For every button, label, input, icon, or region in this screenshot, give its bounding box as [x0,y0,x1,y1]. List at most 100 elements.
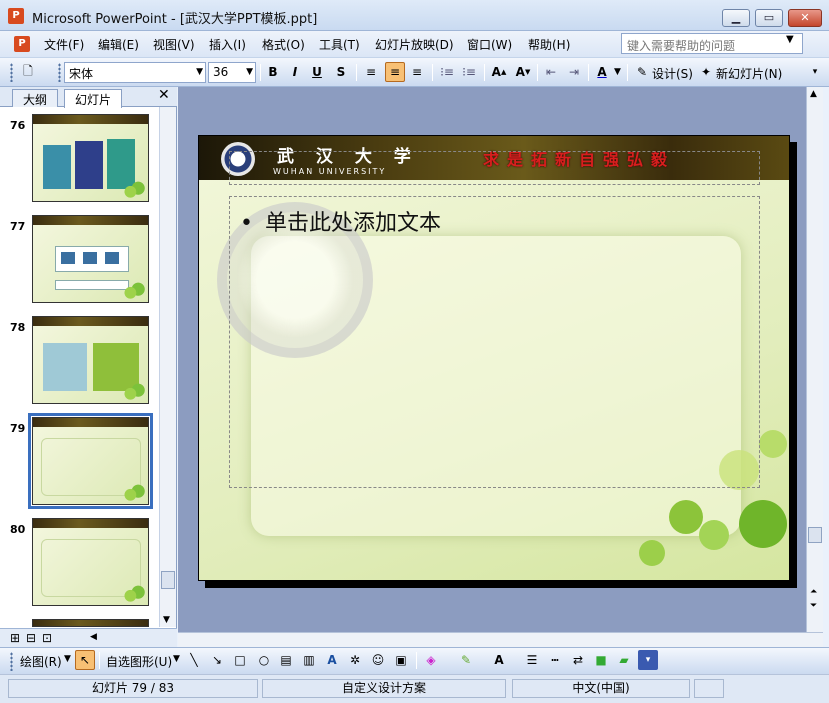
chevron-down-icon[interactable]: ▼ [614,67,621,77]
menu-help[interactable]: 帮助(H) [528,36,570,53]
toolbar-grip[interactable] [10,63,13,82]
numbering-icon[interactable]: ⁝≡ [437,62,457,82]
scroll-left-icon[interactable]: ◀ [90,632,97,642]
line-icon[interactable]: ╲ [184,650,204,670]
menu-view[interactable]: 视图(V) [153,36,195,53]
status-bar: 幻灯片 79 / 83 自定义设计方案 中文(中国) [0,674,829,703]
toolbar-grip[interactable] [10,652,13,671]
menu-edit[interactable]: 编辑(E) [98,36,139,53]
align-right-icon[interactable]: ≡ [407,62,427,82]
minimize-button[interactable]: ▁ [722,9,750,27]
design-button[interactable]: 设计(S) [652,65,693,82]
bullets-icon[interactable]: ⁝≡ [459,62,479,82]
tab-outline[interactable]: 大纲 [12,89,59,107]
help-dropdown-icon[interactable]: ▼ [786,34,794,45]
increase-font-icon[interactable]: A ▲ [489,62,509,82]
maximize-button[interactable]: ▭ [755,9,783,27]
body-placeholder[interactable]: • 单击此处添加文本 [229,196,760,488]
menu-window[interactable]: 窗口(W) [467,36,512,53]
document-icon[interactable]: P [14,36,30,52]
decrease-indent-icon[interactable]: ⇤ [541,62,561,82]
font-color-icon[interactable]: A [592,62,612,82]
menu-tools[interactable]: 工具(T) [319,36,360,53]
new-document-icon[interactable]: 🗋 [18,62,38,82]
close-button[interactable]: ✕ [788,9,822,27]
rectangle-icon[interactable]: □ [230,650,250,670]
menu-slideshow[interactable]: 幻灯片放映(D) [375,36,454,53]
line-color-icon[interactable]: ✎ [456,650,476,670]
close-icon[interactable]: ✕ [158,87,170,103]
separator [356,64,357,81]
diagram-icon[interactable]: ✲ [345,650,365,670]
3d-style-icon[interactable]: ▰ [614,650,634,670]
shadow-icon[interactable]: S [331,62,351,82]
arrow-style-icon[interactable]: ⇄ [568,650,588,670]
slide-number: 76 [10,119,26,132]
font-select[interactable]: 宋体 ▼ [64,62,206,83]
line-style-icon[interactable]: ☰ [522,650,542,670]
draw-menu-button[interactable]: 绘图(R) [20,653,62,670]
slideshow-icon[interactable]: ⊡ [42,631,52,645]
panel-scrollbar[interactable]: ▼ [159,107,176,627]
new-slide-icon[interactable]: ✦ [696,62,716,82]
align-center-icon[interactable]: ≡ [385,62,405,82]
scroll-down-icon[interactable]: ▼ [163,615,170,625]
thumb-shape [55,280,129,290]
toolbar-grip[interactable] [58,63,61,82]
textbox-icon[interactable]: ▤ [276,650,296,670]
design-icon[interactable]: ✎ [632,62,652,82]
slide-thumbnail-81[interactable] [32,619,149,627]
bold-icon[interactable]: B [263,62,283,82]
slide-thumbnail-80[interactable] [32,518,149,606]
arrow-icon[interactable]: ↘ [207,650,227,670]
autoshapes-button[interactable]: 自选图形(U) [106,653,172,670]
separator [99,652,100,669]
minimize-icon: ▁ [731,11,741,24]
language-status: 中文(中国) [512,679,690,698]
menu-file[interactable]: 文件(F) [44,36,84,53]
slide-sorter-icon[interactable]: ⊟ [26,631,36,645]
wordart-icon[interactable]: A [322,650,342,670]
vertical-textbox-icon[interactable]: ▥ [299,650,319,670]
help-search-input[interactable]: 键入需要帮助的问题 [621,33,803,54]
thumb-header [33,418,148,427]
toolbar-options-icon[interactable]: ▾ [638,650,658,670]
align-left-icon[interactable]: ≡ [361,62,381,82]
title-bar: P Microsoft PowerPoint - [武汉大学PPT模板.ppt]… [0,0,829,31]
toolbar-options-icon[interactable]: ▾ [805,62,825,82]
next-slide-icon[interactable]: ⏷ [810,601,817,611]
vertical-scrollbar[interactable]: ▲ ⏶ ⏷ [806,87,823,632]
slide-thumbnail-77[interactable] [32,215,149,303]
oval-icon[interactable]: ○ [254,650,274,670]
horizontal-scrollbar[interactable] [178,632,823,647]
font-color-icon[interactable]: A [489,650,509,670]
fill-color-icon[interactable]: ◈ [421,650,441,670]
current-slide[interactable]: 武 汉 大 学 WUHAN UNIVERSITY 求是拓新自强弘毅 • 单击此处添… [198,135,790,581]
tab-slides[interactable]: 幻灯片 [64,89,123,108]
picture-icon[interactable]: ▣ [391,650,411,670]
scroll-up-icon[interactable]: ▲ [810,89,817,99]
scroll-thumb[interactable] [161,571,175,589]
new-slide-button[interactable]: 新幻灯片(N) [716,65,782,82]
title-placeholder[interactable] [229,151,760,185]
placeholder-text: 单击此处添加文本 [264,211,441,236]
menu-format[interactable]: 格式(O) [262,36,305,53]
shadow-style-icon[interactable]: ■ [591,650,611,670]
underline-icon[interactable]: U [307,62,327,82]
normal-view-icon[interactable]: ⊞ [10,631,20,645]
dash-style-icon[interactable]: ┅ [545,650,565,670]
increase-indent-icon[interactable]: ⇥ [564,62,584,82]
menu-insert[interactable]: 插入(I) [209,36,246,53]
slide-thumbnail-79[interactable] [32,417,149,505]
slide-thumbnail-78[interactable] [32,316,149,404]
flower-decoration [739,500,787,548]
italic-icon[interactable]: I [285,62,305,82]
decrease-font-icon[interactable]: A ▼ [513,62,533,82]
body-text[interactable]: • 单击此处添加文本 [240,205,441,237]
previous-slide-icon[interactable]: ⏶ [810,587,817,597]
scroll-thumb[interactable] [808,527,822,543]
slide-thumbnail-76[interactable] [32,114,149,202]
clipart-icon[interactable]: ☺ [368,650,388,670]
select-pointer-icon[interactable]: ↖ [75,650,95,670]
font-size-select[interactable]: 36 ▼ [208,62,256,83]
